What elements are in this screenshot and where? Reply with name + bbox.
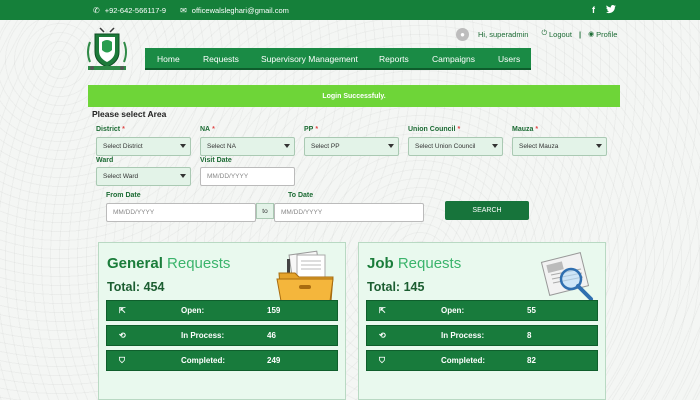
general-requests-card: General Requests Total: 454 ⇱ Open: 159 … [98, 242, 346, 400]
chevron-down-icon [180, 174, 186, 178]
search-button[interactable]: SEARCH [445, 201, 529, 220]
top-contact-bar: ✆ +92-642-566117-9 ✉ officewalsleghari@g… [0, 0, 700, 20]
area-section-title: Please select Area [92, 109, 167, 119]
menu-item-reports[interactable]: Reports [379, 54, 409, 64]
card-total: Total: 454 [107, 280, 165, 294]
folder-icon [275, 249, 337, 303]
logout-label: Logout [549, 29, 572, 39]
email-address[interactable]: officewalsleghari@gmail.com [192, 6, 289, 15]
open-icon: ⇱ [119, 306, 126, 315]
mauza-label: Mauza * [512, 126, 539, 133]
email-contact[interactable]: ✉ officewalsleghari@gmail.com [180, 6, 289, 15]
general-completed-row[interactable]: ⛉ Completed: 249 [106, 350, 338, 371]
job-requests-card: Job Requests Total: 145 ⇱ Open: 55 ⟲ In … [358, 242, 606, 400]
to-date-input[interactable]: MM/DD/YYYY [274, 203, 424, 222]
chevron-down-icon [492, 144, 498, 148]
general-in-process-row[interactable]: ⟲ In Process: 46 [106, 325, 338, 346]
ward-select[interactable]: Select Ward [96, 167, 191, 186]
from-date-input[interactable]: MM/DD/YYYY [106, 203, 256, 222]
main-menu: Home Requests Supervisory Management Rep… [145, 48, 531, 70]
na-label: NA * [200, 126, 215, 133]
menu-item-campaigns[interactable]: Campaigns [432, 54, 475, 64]
card-total: Total: 145 [367, 280, 425, 294]
logout-link[interactable]: ⏻ Logout [541, 30, 572, 39]
open-icon: ⇱ [379, 306, 386, 315]
newspaper-magnifier-icon [535, 249, 597, 303]
facebook-icon[interactable]: f [592, 5, 595, 15]
social-links: f [581, 0, 616, 20]
job-in-process-row[interactable]: ⟲ In Process: 8 [366, 325, 598, 346]
email-icon: ✉ [180, 5, 187, 15]
phone-number: +92-642-566117-9 [104, 5, 167, 15]
chevron-down-icon [388, 144, 394, 148]
job-open-row[interactable]: ⇱ Open: 55 [366, 300, 598, 321]
bookmark-icon: ⛉ [379, 356, 385, 365]
ward-label: Ward [96, 157, 114, 164]
logo-emblem[interactable] [84, 22, 130, 74]
district-label: District * [96, 126, 125, 133]
chevron-down-icon [180, 144, 186, 148]
profile-label: Profile [596, 29, 618, 39]
visit-date-input[interactable]: MM/DD/YYYY [200, 167, 295, 186]
power-icon: ⏻ [541, 30, 547, 37]
to-date-label: To Date [288, 192, 314, 199]
greeting-text: Hi, superadmin [478, 29, 529, 39]
twitter-icon[interactable] [606, 4, 616, 16]
menu-item-requests[interactable]: Requests [203, 54, 239, 64]
visit-date-label: Visit Date [200, 157, 232, 164]
pp-select[interactable]: Select PP [304, 137, 399, 156]
user-nav: ● Hi, superadmin ⏻ Logout | ◉ Profile [456, 27, 617, 41]
from-date-label: From Date [106, 192, 141, 199]
menu-item-home[interactable]: Home [157, 54, 180, 64]
refresh-icon: ⟲ [379, 331, 386, 340]
alert-message: Login Successfuly. [322, 92, 386, 100]
job-completed-row[interactable]: ⛉ Completed: 82 [366, 350, 598, 371]
mauza-select[interactable]: Select Mauza [512, 137, 607, 156]
chevron-down-icon [284, 144, 290, 148]
card-title: General Requests [107, 255, 231, 272]
pp-label: PP * [304, 126, 319, 133]
refresh-icon: ⟲ [119, 331, 126, 340]
phone-icon: ✆ [93, 5, 100, 15]
district-select[interactable]: Select District [96, 137, 191, 156]
success-alert: Login Successfuly. [88, 85, 620, 107]
menu-item-users[interactable]: Users [498, 54, 520, 64]
union-council-select[interactable]: Select Union Council [408, 137, 503, 156]
phone-contact: ✆ +92-642-566117-9 [93, 6, 166, 15]
bookmark-icon: ⛉ [119, 356, 125, 365]
avatar[interactable]: ● [456, 27, 469, 41]
na-select[interactable]: Select NA [200, 137, 295, 156]
general-open-row[interactable]: ⇱ Open: 159 [106, 300, 338, 321]
chevron-down-icon [596, 144, 602, 148]
union-council-label: Union Council * [408, 126, 461, 133]
profile-link[interactable]: ◉ Profile [588, 30, 617, 39]
menu-item-supervisory-management[interactable]: Supervisory Management [261, 54, 358, 64]
date-range-separator: to [256, 203, 274, 219]
card-title: Job Requests [367, 255, 462, 272]
nav-separator: | [578, 29, 582, 39]
user-circle-icon: ◉ [588, 31, 595, 38]
